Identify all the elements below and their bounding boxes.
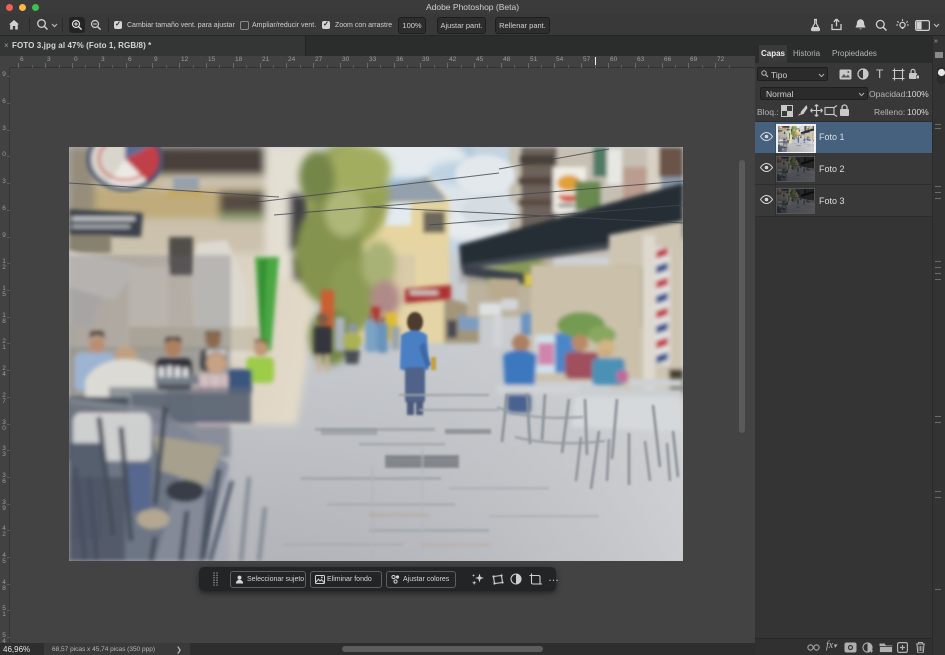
- svg-text:▾: ▾: [870, 649, 873, 653]
